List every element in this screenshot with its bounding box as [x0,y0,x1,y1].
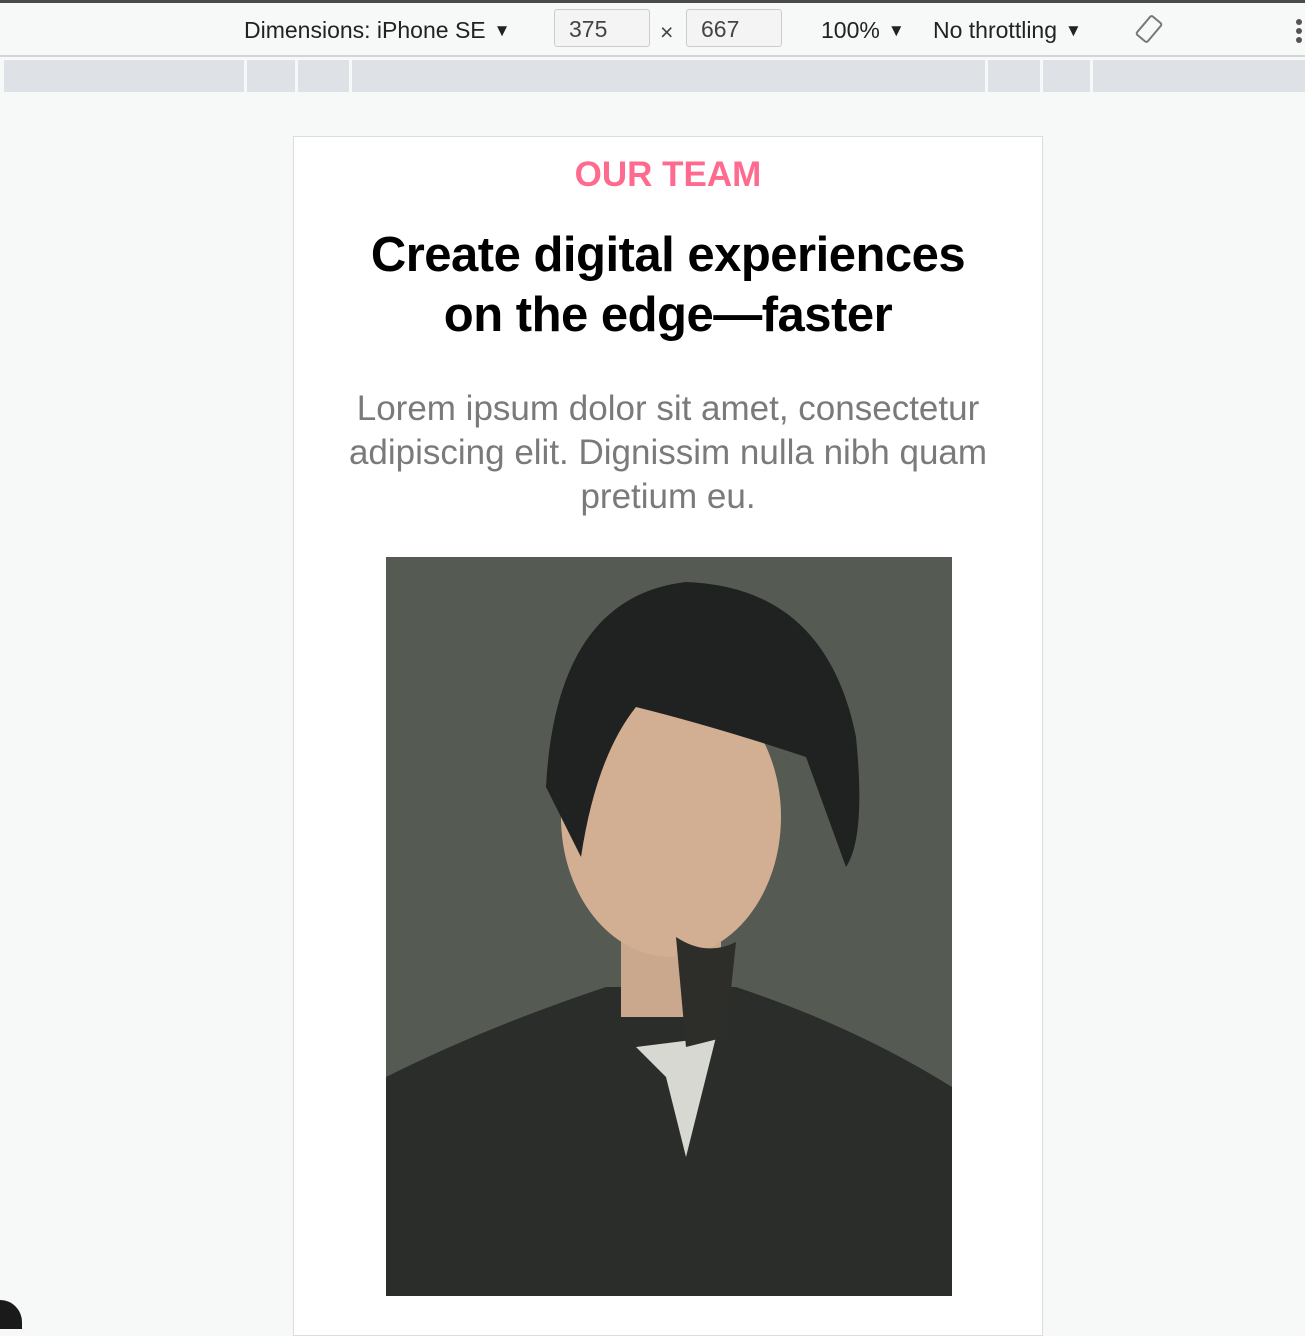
height-input[interactable]: 667 [686,9,782,47]
times-separator: × [660,19,674,45]
device-toolbar: Dimensions: iPhone SE ▼ 375 × 667 100% ▼ N… [0,3,1305,57]
section-eyebrow: OUR TEAM [574,155,762,194]
width-input[interactable]: 375 [554,9,650,47]
lead-text: Lorem ipsum dolor sit amet, consectetur … [348,389,988,516]
team-member-photo [386,557,952,1296]
title-line-2: on the edge—faster [443,288,893,342]
rotate-icon[interactable] [1134,14,1164,44]
window-corner [0,1300,22,1329]
kebab-icon[interactable] [1296,19,1304,46]
media-query-ruler[interactable] [4,60,1305,92]
device-viewport: OUR TEAM Create digital experiences on th… [293,136,1043,1336]
throttling-dropdown[interactable]: No throttling ▼ [933,17,1082,44]
title-line-1: Create digital experiences [370,228,966,282]
zoom-dropdown[interactable]: 100% ▼ [821,17,905,44]
page-title: Create digital experiences on the edge—fa… [294,225,1042,345]
dropdown-arrow-icon: ▼ [887,21,905,40]
zoom-label: 100% [821,17,880,43]
dropdown-arrow-icon: ▼ [1065,21,1082,40]
device-dimensions-dropdown[interactable]: Dimensions: iPhone SE ▼ [244,17,510,44]
dimensions-label: Dimensions: iPhone SE [244,17,486,43]
dropdown-arrow-icon: ▼ [493,21,511,40]
throttling-label: No throttling [933,17,1058,43]
